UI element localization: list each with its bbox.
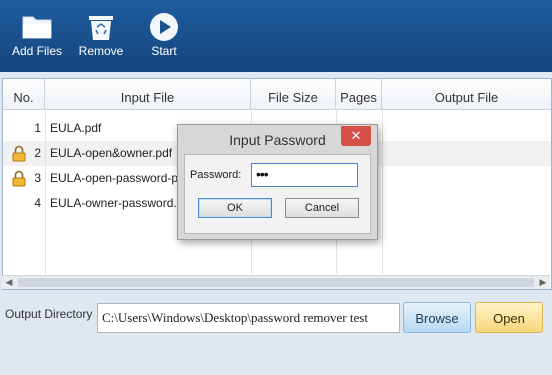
folder-icon xyxy=(4,12,70,42)
row-number: 2 xyxy=(34,146,41,160)
ok-button[interactable]: OK xyxy=(198,198,272,218)
row-number: 4 xyxy=(34,196,41,210)
header-input-file[interactable]: Input File xyxy=(45,79,251,109)
row-number: 1 xyxy=(34,121,41,135)
start-button[interactable]: Start xyxy=(131,8,197,66)
output-directory-label: Output Directory xyxy=(5,307,93,321)
scrollbar-thumb[interactable] xyxy=(18,278,534,287)
toolbar: Add Files Remove Start xyxy=(0,0,552,72)
remove-button[interactable]: Remove xyxy=(68,8,134,66)
column-divider xyxy=(382,109,383,274)
header-no[interactable]: No. xyxy=(3,79,45,109)
cancel-button[interactable]: Cancel xyxy=(285,198,359,218)
header-pages[interactable]: Pages xyxy=(336,79,382,109)
header-file-size[interactable]: File Size xyxy=(251,79,336,109)
scroll-right-icon[interactable]: ▶ xyxy=(536,276,550,289)
row-number: 3 xyxy=(34,171,41,185)
browse-button[interactable]: Browse xyxy=(403,302,471,333)
close-icon[interactable]: ✕ xyxy=(341,126,371,146)
header-output-file[interactable]: Output File xyxy=(382,79,551,109)
recycle-bin-icon xyxy=(68,12,134,42)
open-button[interactable]: Open xyxy=(475,302,543,333)
output-directory-field[interactable]: C:\Users\Windows\Desktop\password remove… xyxy=(97,303,400,333)
column-divider xyxy=(45,109,46,274)
horizontal-scrollbar[interactable]: ◀ ▶ xyxy=(2,275,550,289)
scroll-left-icon[interactable]: ◀ xyxy=(2,276,16,289)
play-icon xyxy=(131,12,197,42)
input-password-dialog: Input Password ✕ Password: ••• OK Cancel xyxy=(177,124,378,240)
password-label: Password: xyxy=(190,169,242,181)
password-field[interactable]: ••• xyxy=(251,163,358,187)
table-header: No. Input File File Size Pages Output Fi… xyxy=(3,79,551,110)
add-files-button[interactable]: Add Files xyxy=(4,8,70,66)
